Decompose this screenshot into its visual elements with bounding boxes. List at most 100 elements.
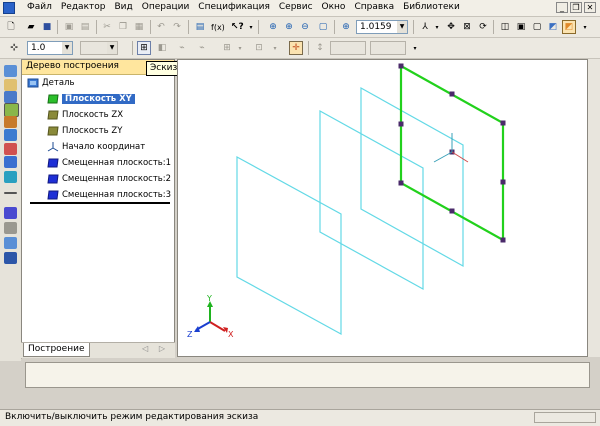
plane-handle[interactable] — [398, 63, 404, 69]
paste-icon[interactable]: ▦ — [132, 20, 146, 34]
plane-handle[interactable] — [398, 180, 404, 186]
surfaces-icon[interactable] — [4, 91, 17, 103]
grid-dropdown-icon[interactable]: ▾ — [233, 41, 247, 55]
orientation-dropdown-icon[interactable]: ▾ — [430, 20, 444, 34]
menu-file[interactable]: Файл — [27, 2, 52, 12]
chevron-down-icon[interactable]: ▼ — [107, 42, 117, 54]
line-icon[interactable] — [4, 192, 17, 194]
save-icon[interactable]: ■ — [40, 20, 54, 34]
plane-handle[interactable] — [398, 121, 404, 127]
sketch-tools-icon[interactable] — [4, 207, 17, 219]
operation-icon[interactable]: ◧ — [155, 41, 169, 55]
menu-edit[interactable]: Редактор — [61, 2, 106, 12]
tab-scroll-arrows[interactable]: ◁ ▷ — [142, 344, 169, 353]
zoom-in-icon[interactable]: ⊕ — [282, 20, 296, 34]
tree-item-origin[interactable]: Начало координат — [47, 140, 145, 154]
tree-item-offset-plane-1[interactable]: Смещенная плоскость:1 — [47, 156, 171, 170]
curves-icon[interactable] — [4, 79, 17, 91]
help-pointer-icon[interactable]: ↖? — [230, 20, 244, 34]
snap-icon[interactable]: ✛ — [289, 41, 303, 55]
menu-help[interactable]: Справка — [354, 2, 394, 12]
hidden-lines-icon[interactable]: ▣ — [514, 20, 528, 34]
grid-icon[interactable]: ⊞ — [220, 41, 234, 55]
edit-place-icon[interactable]: ⌁ — [195, 41, 209, 55]
viewport-drawing[interactable]: Y X Z — [178, 60, 588, 357]
properties-area[interactable] — [25, 362, 590, 388]
layer-combo[interactable]: ▼ — [80, 41, 118, 55]
plane-handle[interactable] — [449, 91, 455, 97]
close-icon[interactable]: ✕ — [584, 2, 596, 13]
sketch-icon[interactable]: ⊞ — [137, 41, 151, 55]
local-cs-dropdown-icon[interactable]: ▾ — [268, 41, 282, 55]
thin-lines-icon[interactable]: ▢ — [530, 20, 544, 34]
cursor-y-field[interactable] — [370, 41, 406, 55]
viewport-scrollbar[interactable] — [588, 59, 600, 357]
minimize-icon[interactable]: _ — [556, 2, 568, 13]
chevron-down-icon[interactable]: ▼ — [62, 42, 72, 54]
assembly-icon[interactable] — [4, 237, 17, 249]
plane-handle[interactable] — [449, 208, 455, 214]
cursor-coordinates-icon[interactable]: ↕ — [313, 41, 327, 55]
view-tools-icon[interactable] — [4, 65, 17, 77]
model-viewport[interactable]: Y X Z — [177, 59, 588, 357]
plane-handle[interactable] — [500, 120, 506, 126]
library-icon[interactable] — [4, 252, 17, 264]
menu-window[interactable]: Окно — [322, 2, 346, 12]
spec-icon[interactable] — [4, 171, 17, 183]
copy-icon[interactable]: ❐ — [116, 20, 130, 34]
edit-part-icon[interactable]: ⌁ — [175, 41, 189, 55]
wireframe-icon[interactable]: ◫ — [498, 20, 512, 34]
selected-plane-xy[interactable] — [398, 63, 506, 243]
menu-specification[interactable]: Спецификация — [198, 2, 270, 12]
offset-plane-3[interactable] — [360, 86, 464, 268]
app-icon[interactable] — [3, 2, 15, 14]
edit-details-icon[interactable] — [4, 103, 19, 117]
shaded-icon[interactable]: ◩ — [546, 20, 560, 34]
toolbar-dropdown-icon[interactable]: ▾ — [244, 20, 258, 34]
zoom-out-icon[interactable]: ⊖ — [298, 20, 312, 34]
function-icon[interactable]: f(x) — [210, 20, 225, 34]
offset-planes[interactable] — [236, 86, 464, 336]
pan-icon[interactable]: ✥ — [444, 20, 458, 34]
tree-item-offset-plane-3[interactable]: Смещенная плоскость:3 — [47, 188, 171, 202]
step-combo[interactable]: 1.0 ▼ — [27, 41, 73, 55]
rotate-icon[interactable]: ⟳ — [476, 20, 490, 34]
chevron-down-icon[interactable]: ▼ — [397, 21, 407, 33]
plane-handle[interactable] — [500, 179, 506, 185]
restore-icon[interactable]: ❐ — [570, 2, 582, 13]
manager-icon[interactable]: ▤ — [193, 20, 207, 34]
cut-icon[interactable]: ✂ — [100, 20, 114, 34]
print-icon[interactable]: ▣ — [62, 20, 76, 34]
shaded-edges-icon[interactable]: ◩ — [562, 20, 576, 34]
local-cs-icon[interactable]: ⊡ — [252, 41, 266, 55]
dimensions-icon[interactable] — [4, 156, 17, 168]
tree-root[interactable]: Деталь — [27, 76, 74, 90]
undo-icon[interactable]: ↶ — [154, 20, 168, 34]
tab-construction[interactable]: Построение — [23, 343, 90, 357]
zoom-scale-icon[interactable]: ⊕ — [339, 20, 353, 34]
disabled-tool-icon[interactable] — [4, 222, 17, 234]
new-document-icon[interactable]: 🗋 — [4, 20, 18, 34]
filters-icon[interactable] — [4, 129, 17, 141]
zoom-fit-icon[interactable]: ▢ — [316, 20, 330, 34]
open-folder-icon[interactable]: ▰ — [24, 20, 38, 34]
offset-plane-2[interactable] — [319, 109, 424, 291]
tree-item-plane-xy[interactable]: Плоскость XY — [47, 92, 135, 106]
cursor-x-field[interactable] — [330, 41, 366, 55]
zoom-frame-icon[interactable]: ⊠ — [460, 20, 474, 34]
zoom-window-icon[interactable]: ⊕ — [266, 20, 280, 34]
menu-operations[interactable]: Операции — [142, 2, 190, 12]
menu-libraries[interactable]: Библиотеки — [403, 2, 460, 12]
view-dropdown-icon[interactable]: ▾ — [578, 20, 592, 34]
tree-item-plane-zx[interactable]: Плоскость ZX — [47, 108, 123, 122]
plane-handle[interactable] — [500, 237, 506, 243]
preview-icon[interactable]: ▤ — [78, 20, 92, 34]
redo-icon[interactable]: ↷ — [170, 20, 184, 34]
menu-view[interactable]: Вид — [114, 2, 132, 12]
grid-step-icon[interactable]: ⊹ — [7, 41, 21, 55]
measure-icon[interactable] — [4, 143, 17, 155]
offset-plane-1[interactable] — [236, 155, 342, 336]
menu-service[interactable]: Сервис — [279, 2, 313, 12]
tree-item-plane-zy[interactable]: Плоскость ZY — [47, 124, 122, 138]
aux-geometry-icon[interactable] — [4, 116, 17, 128]
